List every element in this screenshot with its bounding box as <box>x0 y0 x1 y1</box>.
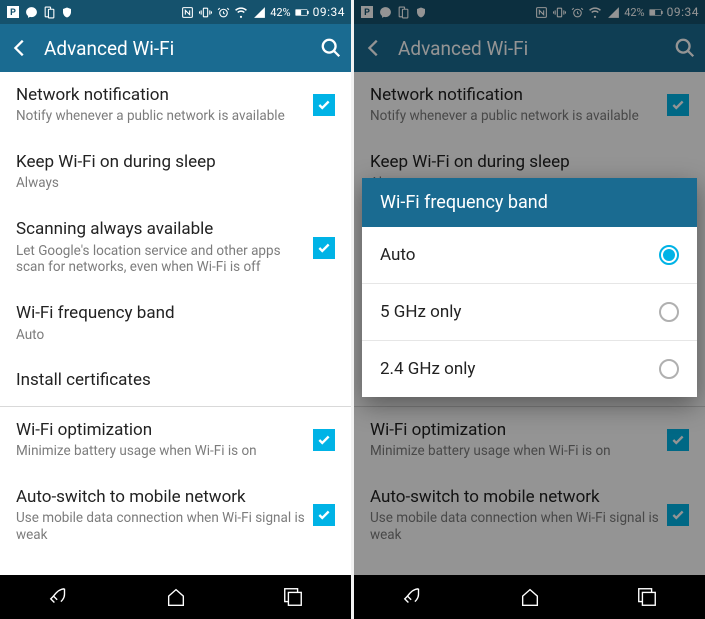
status-bar: P 42% 09:34 <box>0 0 351 24</box>
shield-icon <box>60 5 74 19</box>
search-icon[interactable] <box>673 36 697 60</box>
flipboard-icon: P <box>360 5 374 19</box>
action-bar: Advanced Wi-Fi <box>0 24 351 72</box>
wifi-icon <box>234 5 248 19</box>
wifi-icon <box>588 5 602 19</box>
page-title: Advanced Wi-Fi <box>398 37 661 60</box>
checkbox-checked-icon[interactable] <box>313 237 335 259</box>
setting-auto-switch: Auto-switch to mobile network Use mobile… <box>354 474 705 558</box>
messenger-icon <box>24 5 38 19</box>
nav-bar <box>0 575 351 619</box>
signal-icon <box>606 5 620 19</box>
setting-auto-switch[interactable]: Auto-switch to mobile network Use mobile… <box>0 474 351 558</box>
setting-title: Keep Wi-Fi on during sleep <box>16 152 335 173</box>
frequency-band-dialog: Wi-Fi frequency band Auto 5 GHz only 2.4… <box>362 178 697 397</box>
devices-icon <box>42 5 56 19</box>
setting-sub: Notify whenever a public network is avai… <box>370 108 659 125</box>
setting-wifi-optimization: Wi-Fi optimization Minimize battery usag… <box>354 407 705 474</box>
battery-text: 42% <box>270 6 290 19</box>
alarm-icon <box>570 5 584 19</box>
devices-icon <box>396 5 410 19</box>
radio-unselected-icon[interactable] <box>659 302 679 322</box>
setting-sub: Minimize battery usage when Wi-Fi is on <box>16 443 305 460</box>
nav-back-icon[interactable] <box>29 582 89 612</box>
svg-text:P: P <box>364 8 370 18</box>
setting-network-notification: Network notification Notify whenever a p… <box>354 72 705 139</box>
status-left: P <box>6 5 74 19</box>
action-bar: Advanced Wi-Fi <box>354 24 705 72</box>
checkbox-checked-icon[interactable] <box>313 94 335 116</box>
screen-settings: P 42% 09:34 Advanced Wi-Fi Network notif… <box>0 0 351 619</box>
vibrate-icon <box>198 5 212 19</box>
clock-text: 09:34 <box>667 5 699 19</box>
nav-home-icon[interactable] <box>146 582 206 612</box>
setting-sub: Notify whenever a public network is avai… <box>16 108 305 125</box>
checkbox-checked-icon <box>667 504 689 526</box>
checkbox-checked-icon <box>667 94 689 116</box>
setting-wifi-optimization[interactable]: Wi-Fi optimization Minimize battery usag… <box>0 407 351 474</box>
setting-sub: Let Google's location service and other … <box>16 243 305 277</box>
flipboard-icon: P <box>6 5 20 19</box>
setting-title: Scanning always available <box>16 219 305 240</box>
svg-text:P: P <box>10 8 16 18</box>
page-title: Advanced Wi-Fi <box>44 37 307 60</box>
option-24ghz[interactable]: 2.4 GHz only <box>362 340 697 397</box>
option-label: Auto <box>380 245 659 265</box>
battery-text: 42% <box>624 6 644 19</box>
dialog-title: Wi-Fi frequency band <box>362 178 697 227</box>
setting-network-notification[interactable]: Network notification Notify whenever a p… <box>0 72 351 139</box>
setting-title: Network notification <box>370 85 659 106</box>
checkbox-checked-icon <box>667 429 689 451</box>
setting-sub: Auto <box>16 327 335 344</box>
option-5ghz[interactable]: 5 GHz only <box>362 283 697 340</box>
alarm-icon <box>216 5 230 19</box>
setting-sub: Use mobile data connection when Wi-Fi si… <box>370 510 659 544</box>
option-label: 2.4 GHz only <box>380 359 659 379</box>
setting-title: Auto-switch to mobile network <box>16 487 305 508</box>
status-bar: P 42% 09:34 <box>354 0 705 24</box>
setting-title: Wi-Fi optimization <box>16 420 305 441</box>
messenger-icon <box>378 5 392 19</box>
back-icon[interactable] <box>8 36 32 60</box>
nav-recent-icon[interactable] <box>263 582 323 612</box>
battery-icon <box>295 5 309 19</box>
shield-icon <box>414 5 428 19</box>
nav-recent-icon[interactable] <box>617 582 677 612</box>
back-icon[interactable] <box>362 36 386 60</box>
setting-sub: Use mobile data connection when Wi-Fi si… <box>16 510 305 544</box>
vibrate-icon <box>552 5 566 19</box>
setting-title: Network notification <box>16 85 305 106</box>
settings-list: Network notification Notify whenever a p… <box>0 72 351 575</box>
battery-icon <box>649 5 663 19</box>
setting-keep-wifi-sleep[interactable]: Keep Wi-Fi on during sleep Always <box>0 139 351 206</box>
search-icon[interactable] <box>319 36 343 60</box>
nav-back-icon[interactable] <box>383 582 443 612</box>
signal-icon <box>252 5 266 19</box>
setting-scanning-always[interactable]: Scanning always available Let Google's l… <box>0 206 351 290</box>
setting-title: Wi-Fi frequency band <box>16 303 335 324</box>
setting-install-certificates[interactable]: Install certificates <box>0 357 351 405</box>
setting-frequency-band[interactable]: Wi-Fi frequency band Auto <box>0 290 351 357</box>
setting-sub: Minimize battery usage when Wi-Fi is on <box>370 443 659 460</box>
status-right: 42% 09:34 <box>534 5 699 19</box>
option-auto[interactable]: Auto <box>362 227 697 283</box>
setting-sub: Always <box>16 175 335 192</box>
checkbox-checked-icon[interactable] <box>313 504 335 526</box>
setting-title: Keep Wi-Fi on during sleep <box>370 152 689 173</box>
nfc-icon <box>180 5 194 19</box>
status-right: 42% 09:34 <box>180 5 345 19</box>
nfc-icon <box>534 5 548 19</box>
status-left: P <box>360 5 428 19</box>
clock-text: 09:34 <box>313 5 345 19</box>
nav-home-icon[interactable] <box>500 582 560 612</box>
nav-bar <box>354 575 705 619</box>
setting-title: Install certificates <box>16 370 335 391</box>
screen-dialog: P 42% 09:34 Advanced Wi-Fi Network notif… <box>354 0 705 619</box>
checkbox-checked-icon[interactable] <box>313 429 335 451</box>
radio-selected-icon[interactable] <box>659 245 679 265</box>
option-label: 5 GHz only <box>380 302 659 322</box>
setting-title: Auto-switch to mobile network <box>370 487 659 508</box>
setting-title: Wi-Fi optimization <box>370 420 659 441</box>
radio-unselected-icon[interactable] <box>659 359 679 379</box>
